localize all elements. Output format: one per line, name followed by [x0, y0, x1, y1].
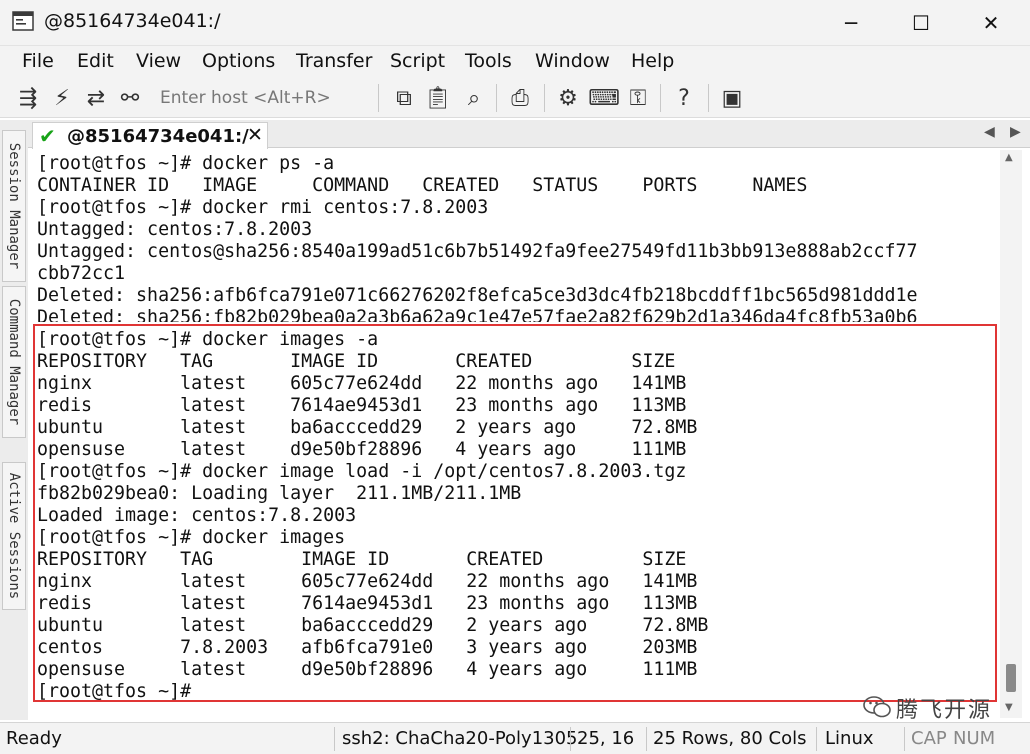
toolbar-separator: [660, 84, 661, 112]
keymap-icon[interactable]: ⌨: [588, 84, 620, 112]
terminal-line: redis latest 7614ae9453d1 23 months ago …: [37, 593, 698, 614]
tab-active-sessions[interactable]: Active Sessions: [2, 462, 26, 610]
terminal-line: REPOSITORY TAG IMAGE ID CREATED SIZE: [37, 351, 676, 372]
find-icon[interactable]: ⌕: [460, 84, 488, 112]
menu-file[interactable]: File: [22, 50, 54, 72]
quick-connect-icon[interactable]: ⚡: [48, 84, 76, 112]
status-separator: [816, 727, 817, 751]
terminal-line: ubuntu latest ba6acccedd29 2 years ago 7…: [37, 615, 709, 636]
scroll-up-icon[interactable]: ▲: [1005, 152, 1013, 163]
terminal-prompt-line: [root@tfos ~]#: [37, 681, 192, 702]
menu-help[interactable]: Help: [631, 50, 674, 72]
status-separator: [904, 727, 905, 751]
terminal-line: Untagged: centos:7.8.2003: [37, 219, 313, 240]
terminal-line: fb82b029bea0: Loading layer 211.1MB/211.…: [37, 483, 522, 504]
scroll-down-icon[interactable]: ▼: [1005, 702, 1013, 713]
terminal-line: cbb72cc1: [37, 263, 126, 284]
side-panel-tabs: Session Manager Command Manager Active S…: [0, 120, 28, 720]
menu-bar: File Edit View Options Transfer Script T…: [0, 46, 1030, 78]
status-separator: [646, 727, 647, 751]
session-tab[interactable]: ✔ @85164734e041:/ ✕: [32, 122, 268, 149]
tab-command-manager-label: Command Manager: [6, 298, 22, 426]
terminal-line: opensuse latest d9e50bf28896 4 years ago…: [37, 659, 698, 680]
terminal-line: [root@tfos ~]# docker images: [37, 527, 346, 548]
terminal-line: ubuntu latest ba6acccedd29 2 years ago 7…: [37, 417, 698, 438]
terminal-line: centos 7.8.2003 afb6fca791e0 3 years ago…: [37, 637, 698, 658]
connect-icon[interactable]: ⇶: [14, 84, 42, 112]
copy-icon[interactable]: ⧉: [390, 84, 418, 112]
securecrt-app-icon: [12, 11, 34, 31]
minimize-button[interactable]: ─: [828, 8, 874, 38]
menu-tools[interactable]: Tools: [465, 50, 512, 72]
terminal-line: Deleted: sha256:afb6fca791e071c66276202f…: [37, 285, 918, 306]
tab-scroll-right-icon[interactable]: ▶: [1010, 124, 1021, 140]
paste-icon[interactable]: 📋︎: [424, 84, 452, 112]
terminal-line: CONTAINER ID IMAGE COMMAND CREATED STATU…: [37, 175, 808, 196]
status-cipher: ssh2: ChaCha20-Poly1305: [342, 728, 578, 749]
status-num-lock: NUM: [953, 728, 996, 749]
status-separator: [570, 727, 571, 751]
terminal-line: [root@tfos ~]# docker image load -i /opt…: [37, 461, 687, 482]
settings-icon[interactable]: ⚙: [554, 84, 582, 112]
menu-edit[interactable]: Edit: [77, 50, 114, 72]
terminal-line: Untagged: centos@sha256:8540a199ad51c6b7…: [37, 241, 918, 262]
terminal-line: Loaded image: centos:7.8.2003: [37, 505, 357, 526]
status-ready: Ready: [6, 728, 62, 749]
menu-window[interactable]: Window: [535, 50, 610, 72]
disconnect-icon[interactable]: ⚯: [116, 84, 144, 112]
terminal-scrollbar[interactable]: ▲ ▼: [1000, 150, 1022, 718]
status-caps-lock: CAP: [911, 728, 947, 749]
tab-active-sessions-label: Active Sessions: [6, 472, 22, 600]
key-icon[interactable]: ⚿: [624, 84, 652, 112]
watermark-text: 腾飞开源: [896, 698, 993, 723]
help-icon[interactable]: ?: [670, 84, 698, 112]
session-tab-label: @85164734e041:/: [67, 126, 249, 147]
status-terminal-size: 25 Rows, 80 Cols: [653, 728, 807, 749]
print-icon[interactable]: ⎙: [506, 84, 534, 112]
terminal-line: Deleted: sha256:fb82b029bea0a2a3b6a62a9c…: [37, 307, 918, 322]
toolbar-separator: [708, 84, 709, 112]
status-separator: [334, 727, 335, 751]
status-os: Linux: [825, 728, 874, 749]
watermark: 腾飞开源: [862, 690, 1002, 724]
menu-options[interactable]: Options: [202, 50, 275, 72]
status-cursor-position: 25, 16: [577, 728, 635, 749]
tab-scroll-left-icon[interactable]: ◀: [984, 124, 995, 140]
menu-script[interactable]: Script: [390, 50, 445, 72]
close-window-button[interactable]: ✕: [968, 8, 1014, 38]
host-input[interactable]: [160, 85, 370, 111]
terminal-line: REPOSITORY TAG IMAGE ID CREATED SIZE: [37, 549, 687, 570]
tab-session-manager-label: Session Manager: [6, 142, 22, 270]
reconnect-icon[interactable]: ⇄: [82, 84, 110, 112]
terminal-line: redis latest 7614ae9453d1 23 months ago …: [37, 395, 687, 416]
terminal-line: [root@tfos ~]# docker rmi centos:7.8.200…: [37, 197, 489, 218]
terminal-output[interactable]: [root@tfos ~]# docker ps -a CONTAINER ID…: [32, 150, 1000, 718]
terminal-line: nginx latest 605c77e624dd 22 months ago …: [37, 373, 687, 394]
terminal-line: [root@tfos ~]# docker ps -a: [37, 153, 335, 174]
terminal-line: opensuse latest d9e50bf28896 4 years ago…: [37, 439, 687, 460]
maximize-button[interactable]: ☐: [898, 8, 944, 38]
connected-check-icon: ✔: [39, 124, 56, 148]
scroll-thumb[interactable]: [1006, 664, 1016, 692]
menu-transfer[interactable]: Transfer: [296, 50, 372, 72]
status-bar: Ready ssh2: ChaCha20-Poly1305 25, 16 25 …: [0, 722, 1030, 754]
terminal-line: nginx latest 605c77e624dd 22 months ago …: [37, 571, 698, 592]
toolbar-separator: [496, 84, 497, 112]
wechat-logo-icon: [863, 696, 891, 718]
close-tab-button[interactable]: ✕: [247, 124, 263, 146]
terminal-line: [root@tfos ~]# docker images -a: [37, 329, 379, 350]
window-title: @85164734e041:/: [44, 10, 221, 32]
toolbar-separator: [378, 84, 379, 112]
menu-view[interactable]: View: [136, 50, 181, 72]
session-tab-bar: ✔ @85164734e041:/ ✕ ◀ ▶: [28, 120, 1030, 149]
title-bar: @85164734e041:/ ─ ☐ ✕: [0, 0, 1030, 46]
toolbar: ⇶ ⚡ ⇄ ⚯ ⧉ 📋︎ ⌕ ⎙ ⚙ ⌨ ⚿ ? ▣: [0, 78, 1030, 118]
tab-command-manager[interactable]: Command Manager: [2, 286, 26, 438]
toolbar-separator: [544, 84, 545, 112]
tab-session-manager[interactable]: Session Manager: [2, 130, 26, 282]
sftp-icon[interactable]: ▣: [718, 84, 746, 112]
